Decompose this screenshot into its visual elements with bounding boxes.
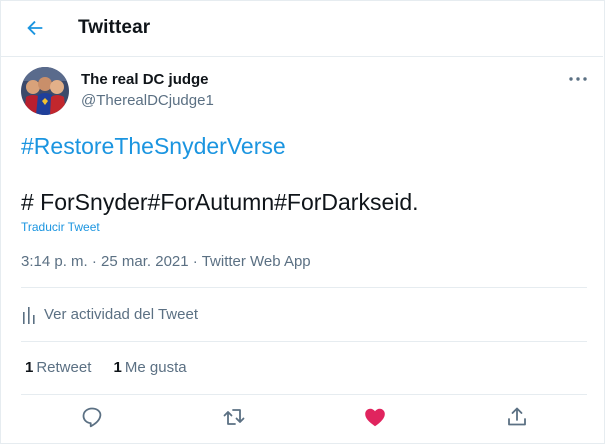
meta-separator: · <box>91 253 97 270</box>
tweet-text: # ForSnyder#ForAutumn#ForDarkseid. <box>21 189 419 215</box>
analytics-icon <box>23 307 35 324</box>
tweet-time[interactable]: 3:14 p. m. <box>21 253 88 270</box>
tweet-metadata: 3:14 p. m. · 25 mar. 2021 · Twitter Web … <box>21 253 311 270</box>
tweet-date[interactable]: 25 mar. 2021 <box>101 253 189 270</box>
tweet-source[interactable]: Twitter Web App <box>202 253 311 270</box>
divider <box>21 341 587 342</box>
retweets-count: 1 <box>25 359 34 376</box>
meta-separator: · <box>192 253 198 270</box>
reply-icon[interactable] <box>80 405 104 429</box>
translate-tweet-link[interactable]: Traducir Tweet <box>21 220 100 234</box>
retweets-stat[interactable]: 1 Retweet <box>25 359 91 376</box>
engagement-stats: 1 Retweet 1 Me gusta <box>25 359 205 376</box>
page-title: Twittear <box>78 17 151 38</box>
retweets-label: Retweet <box>36 359 92 376</box>
likes-label: Me gusta <box>124 359 187 376</box>
heart-filled-icon[interactable] <box>363 405 387 429</box>
more-options-icon[interactable] <box>566 70 590 88</box>
divider <box>21 394 587 395</box>
tweet-activity-label: Ver actividad del Tweet <box>44 306 198 323</box>
avatar[interactable] <box>21 67 69 115</box>
share-icon[interactable] <box>505 405 529 429</box>
likes-stat[interactable]: 1 Me gusta <box>114 359 187 376</box>
author-handle[interactable]: @TherealDCjudge1 <box>81 92 214 109</box>
author-name[interactable]: The real DC judge <box>81 71 209 88</box>
retweet-icon[interactable] <box>222 405 246 429</box>
back-arrow-icon[interactable] <box>24 17 46 39</box>
page-header: Twittear <box>0 0 603 57</box>
likes-count: 1 <box>113 359 122 376</box>
hashtag-link[interactable]: #RestoreTheSnyderVerse <box>21 133 286 160</box>
divider <box>21 287 587 288</box>
